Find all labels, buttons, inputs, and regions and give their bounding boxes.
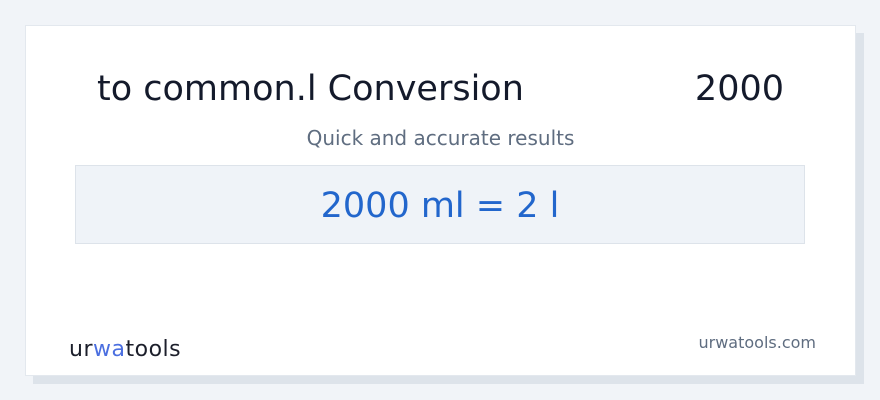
logo-text-accent: wa (93, 337, 126, 362)
conversion-result: 2000 ml = 2 l (320, 186, 560, 226)
urwatools-logo[interactable]: urwatools (69, 337, 181, 363)
conversion-card: to common.l Conversion 2000 Quick and ac… (25, 25, 856, 376)
subtitle: Quick and accurate results (306, 126, 575, 150)
result-box: 2000 ml = 2 l (75, 165, 805, 244)
input-value: 2000 (694, 69, 784, 109)
logo-text-part1: ur (69, 337, 93, 362)
logo-text-part3: tools (125, 337, 182, 362)
conversion-title: to common.l Conversion (97, 69, 524, 109)
site-domain-link[interactable]: urwatools.com (699, 333, 817, 353)
